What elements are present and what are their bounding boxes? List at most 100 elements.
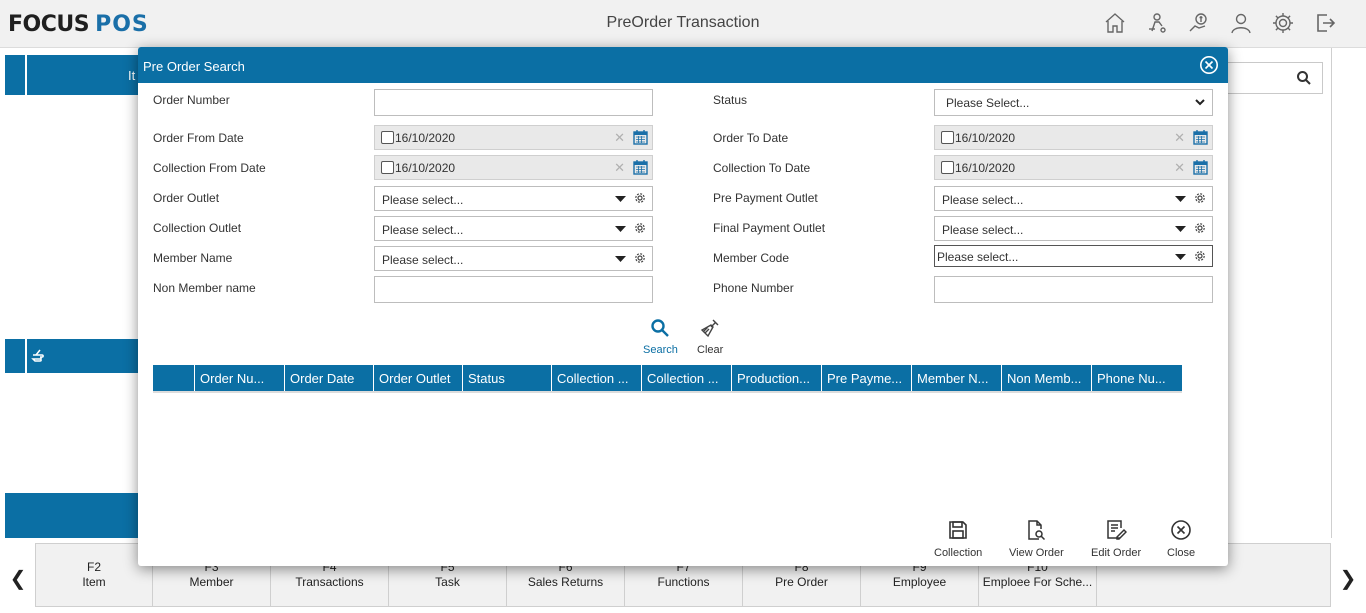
caret-down-icon[interactable] bbox=[615, 193, 626, 207]
member-name-dropdown[interactable]: Please select... bbox=[374, 246, 653, 271]
grid-col-member-name[interactable]: Member N... bbox=[912, 365, 1002, 391]
gear-icon[interactable] bbox=[634, 252, 646, 267]
gear-icon[interactable] bbox=[1194, 250, 1206, 265]
grid-col-phone-number[interactable]: Phone Nu... bbox=[1092, 365, 1182, 391]
clear-x-icon[interactable]: ✕ bbox=[614, 130, 625, 146]
search-button-label: Search bbox=[643, 344, 678, 356]
gear-icon[interactable] bbox=[1194, 192, 1206, 207]
clear-x-icon[interactable]: ✕ bbox=[1174, 130, 1185, 146]
caret-down-icon[interactable] bbox=[615, 223, 626, 237]
calendar-icon[interactable] bbox=[1193, 129, 1208, 148]
header-icon-bar bbox=[1102, 10, 1338, 36]
pre-payment-outlet-dropdown[interactable]: Please select... bbox=[934, 186, 1213, 211]
order-to-date-checkbox[interactable] bbox=[941, 131, 954, 144]
chevron-left-icon[interactable]: ❮ bbox=[8, 566, 28, 591]
edit-document-icon bbox=[1105, 519, 1128, 544]
bg-total-band bbox=[5, 493, 138, 538]
member-code-dropdown[interactable]: Please select... bbox=[934, 245, 1213, 267]
grid-col-production[interactable]: Production... bbox=[732, 365, 822, 391]
order-number-label: Order Number bbox=[153, 93, 230, 107]
final-payment-outlet-label: Final Payment Outlet bbox=[713, 221, 826, 235]
fkey-item[interactable]: F2 Item bbox=[36, 544, 153, 606]
clear-x-icon[interactable]: ✕ bbox=[1174, 160, 1185, 176]
caret-down-icon[interactable] bbox=[1175, 193, 1186, 207]
collection-outlet-dropdown[interactable]: Please select... bbox=[374, 216, 653, 241]
calendar-icon[interactable] bbox=[633, 129, 648, 148]
caret-down-icon[interactable] bbox=[1175, 223, 1186, 237]
status-select[interactable]: Please Select... bbox=[934, 89, 1213, 116]
order-outlet-value: Please select... bbox=[382, 193, 464, 207]
gear-icon[interactable] bbox=[634, 192, 646, 207]
calendar-icon[interactable] bbox=[633, 159, 648, 178]
status-label: Status bbox=[713, 93, 748, 107]
grid-col-status[interactable]: Status bbox=[463, 365, 552, 391]
hand-pointer-icon[interactable] bbox=[31, 347, 49, 370]
grid-col-collection-1[interactable]: Collection ... bbox=[552, 365, 642, 391]
logout-icon[interactable] bbox=[1312, 10, 1338, 36]
phone-number-input[interactable] bbox=[934, 276, 1213, 303]
member-name-label: Member Name bbox=[153, 251, 233, 265]
grid-col-order-number[interactable]: Order Nu... bbox=[195, 365, 285, 391]
grid-col-select[interactable] bbox=[153, 365, 195, 391]
chevron-right-icon[interactable]: ❯ bbox=[1338, 566, 1358, 591]
settings-icon[interactable] bbox=[1270, 10, 1296, 36]
close-circle-icon[interactable] bbox=[1199, 55, 1219, 75]
order-from-date-picker[interactable]: 16/10/2020 ✕ bbox=[374, 125, 653, 150]
order-from-date-label: Order From Date bbox=[153, 131, 244, 145]
home-icon[interactable] bbox=[1102, 10, 1128, 36]
view-order-button-label: View Order bbox=[1009, 547, 1064, 559]
collection-from-date-value: 16/10/2020 bbox=[395, 161, 456, 175]
collection-from-date-checkbox[interactable] bbox=[381, 161, 394, 174]
results-grid-header: Order Nu... Order Date Order Outlet Stat… bbox=[153, 365, 1182, 393]
grid-col-non-member[interactable]: Non Memb... bbox=[1002, 365, 1092, 391]
grid-col-order-date[interactable]: Order Date bbox=[285, 365, 374, 391]
user-icon[interactable] bbox=[1228, 10, 1254, 36]
money-icon[interactable] bbox=[1186, 10, 1212, 36]
collection-to-date-value: 16/10/2020 bbox=[955, 161, 1016, 175]
dialog-title: Pre Order Search bbox=[143, 59, 245, 74]
calendar-icon[interactable] bbox=[1193, 159, 1208, 178]
close-button[interactable]: Close bbox=[1167, 519, 1195, 559]
order-to-date-value: 16/10/2020 bbox=[955, 131, 1016, 145]
bg-search-box[interactable] bbox=[1220, 62, 1323, 94]
search-button[interactable]: Search bbox=[643, 318, 678, 356]
order-from-date-value: 16/10/2020 bbox=[395, 131, 456, 145]
order-to-date-label: Order To Date bbox=[713, 131, 789, 145]
final-payment-outlet-dropdown[interactable]: Please select... bbox=[934, 216, 1213, 241]
final-payment-outlet-value: Please select... bbox=[942, 223, 1024, 237]
delivery-icon[interactable] bbox=[1144, 10, 1170, 36]
pre-payment-outlet-value: Please select... bbox=[942, 193, 1024, 207]
clear-button[interactable]: Clear bbox=[697, 318, 723, 356]
collection-outlet-label: Collection Outlet bbox=[153, 221, 242, 235]
clear-x-icon[interactable]: ✕ bbox=[614, 160, 625, 176]
order-outlet-dropdown[interactable]: Please select... bbox=[374, 186, 653, 211]
collection-from-date-picker[interactable]: 16/10/2020 ✕ bbox=[374, 155, 653, 180]
clear-button-label: Clear bbox=[697, 344, 724, 356]
non-member-name-input[interactable] bbox=[374, 276, 653, 303]
grid-col-order-outlet[interactable]: Order Outlet bbox=[374, 365, 463, 391]
caret-down-icon[interactable] bbox=[615, 253, 626, 267]
bg-grid-header bbox=[27, 55, 138, 95]
edit-order-button[interactable]: Edit Order bbox=[1091, 519, 1141, 559]
close-button-label: Close bbox=[1167, 547, 1196, 559]
collection-outlet-value: Please select... bbox=[382, 223, 464, 237]
gear-icon[interactable] bbox=[634, 222, 646, 237]
grid-col-collection-2[interactable]: Collection ... bbox=[642, 365, 732, 391]
edit-order-button-label: Edit Order bbox=[1091, 547, 1142, 559]
collection-to-date-checkbox[interactable] bbox=[941, 161, 954, 174]
order-number-input[interactable] bbox=[374, 89, 653, 116]
gear-icon[interactable] bbox=[1194, 222, 1206, 237]
view-order-button[interactable]: View Order bbox=[1009, 519, 1064, 559]
top-header: FOCUS POS PreOrder Transaction bbox=[0, 0, 1366, 48]
caret-down-icon[interactable] bbox=[1175, 251, 1186, 265]
order-to-date-picker[interactable]: 16/10/2020 ✕ bbox=[934, 125, 1213, 150]
order-from-date-checkbox[interactable] bbox=[381, 131, 394, 144]
member-name-value: Please select... bbox=[382, 253, 464, 267]
collection-to-date-picker[interactable]: 16/10/2020 ✕ bbox=[934, 155, 1213, 180]
member-code-value: Please select... bbox=[937, 250, 1019, 264]
chevron-down-icon bbox=[1194, 96, 1206, 111]
bg-grid-header-left bbox=[5, 55, 25, 95]
collection-button[interactable]: Collection bbox=[934, 519, 982, 559]
grid-col-pre-payment[interactable]: Pre Payme... bbox=[822, 365, 912, 391]
search-icon[interactable] bbox=[1296, 70, 1312, 91]
